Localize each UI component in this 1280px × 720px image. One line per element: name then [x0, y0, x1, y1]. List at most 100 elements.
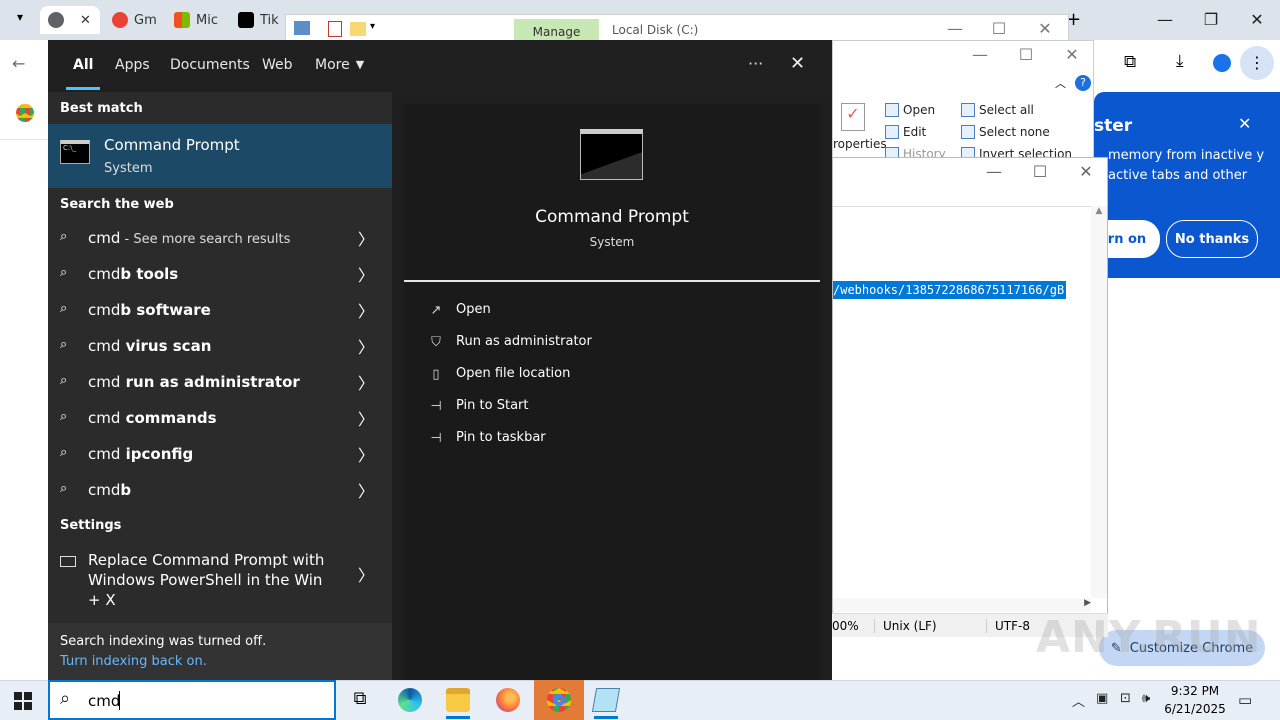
search-web-heading: Search the web — [60, 197, 174, 212]
chrome-tab-active[interactable]: ✕ — [40, 6, 100, 34]
minimize-icon[interactable]: — — [940, 19, 970, 38]
horizontal-scrollbar[interactable]: ▶ — [833, 598, 1091, 612]
best-match-item[interactable]: C:\_ Command Prompt System — [48, 124, 392, 188]
vertical-scrollbar[interactable]: ▲ — [1091, 206, 1107, 598]
command-prompt-icon: C:\_ — [60, 140, 90, 164]
edit-icon — [885, 125, 899, 139]
web-result[interactable]: ⌕ cmd run as administrator 〉 — [48, 364, 392, 400]
indexing-notice: Search indexing was turned off. Turn ind… — [48, 623, 392, 680]
close-icon[interactable]: ✕ — [1242, 10, 1272, 29]
pin-icon: ⊣ — [430, 398, 442, 414]
notepad-icon[interactable] — [591, 688, 621, 712]
open-file-location-action[interactable]: ▯ Open file location — [428, 366, 570, 382]
tab-all[interactable]: All — [73, 57, 93, 73]
notifications-icon[interactable]: ▭ — [1238, 691, 1252, 709]
properties-big-icon[interactable]: ✓ — [841, 103, 865, 131]
web-result[interactable]: ⌕ cmdb tools 〉 — [48, 256, 392, 292]
run-as-admin-action[interactable]: ⛉ Run as administrator — [428, 334, 592, 350]
encoding: UTF-8 — [986, 619, 1030, 633]
properties-button[interactable]: roperties — [833, 137, 887, 151]
extensions-icon[interactable]: ⧉ — [1124, 52, 1136, 72]
select-all-button[interactable]: Select all — [961, 103, 1034, 117]
explorer-title: Local Disk (C:) — [612, 23, 699, 37]
open-button[interactable]: Open — [885, 103, 935, 117]
more-options-icon[interactable]: ··· — [748, 54, 763, 73]
edit-button[interactable]: Edit — [885, 125, 926, 139]
clock-time[interactable]: 9:32 PM — [1162, 684, 1228, 698]
web-result[interactable]: ⌕ cmd virus scan 〉 — [48, 328, 392, 364]
maximize-icon[interactable]: ☐ — [984, 19, 1014, 38]
restore-icon[interactable]: ❐ — [1196, 10, 1226, 29]
chevron-up-icon[interactable]: ︿ — [1055, 75, 1066, 91]
chrome-logo-icon[interactable] — [16, 104, 34, 122]
explorer-window: — ☐ ✕ ︿ ? ✓ roperties Open Edit History … — [832, 40, 1094, 170]
taskbar-search[interactable]: ⌕ cmd — [48, 680, 336, 720]
preview-divider — [404, 280, 820, 282]
open-action[interactable]: ↗ Open — [428, 302, 491, 318]
tab-documents[interactable]: Documents — [170, 57, 250, 73]
select-none-button[interactable]: Select none — [961, 125, 1050, 139]
close-icon[interactable]: ✕ — [1057, 45, 1087, 64]
text-area[interactable]: /webhooks/1385722868675117166/gB — [833, 206, 1091, 598]
file-explorer-icon[interactable] — [446, 688, 470, 712]
close-icon[interactable]: ✕ — [790, 53, 805, 74]
open-icon — [885, 103, 899, 117]
network-icon[interactable]: ⊡ — [1120, 691, 1131, 706]
chevron-down-icon[interactable]: ▾ — [370, 21, 375, 32]
properties-icon[interactable] — [328, 21, 342, 37]
search-input[interactable]: cmd — [88, 692, 120, 710]
web-result[interactable]: ⌕ cmdb 〉 — [48, 472, 392, 508]
volume-icon[interactable]: 🕪 — [1142, 691, 1150, 706]
pin-to-start-action[interactable]: ⊣ Pin to Start — [428, 398, 528, 414]
close-icon[interactable]: ✕ — [1071, 162, 1101, 181]
settings-item[interactable]: Replace Command Prompt with Windows Powe… — [48, 544, 392, 609]
close-icon[interactable]: ✕ — [80, 13, 91, 28]
folder-icon[interactable] — [350, 22, 366, 36]
chrome-tab-tiktok[interactable]: Tik — [230, 6, 280, 34]
no-thanks-button[interactable]: No thanks — [1166, 220, 1258, 258]
task-view-icon[interactable]: ⧉ — [348, 688, 372, 712]
chevron-up-icon[interactable]: ︿ — [1072, 691, 1085, 710]
profile-icon[interactable] — [1213, 54, 1231, 72]
search-icon: ⌕ — [60, 409, 68, 424]
close-icon[interactable]: ✕ — [1238, 114, 1251, 133]
tab-apps[interactable]: Apps — [115, 57, 150, 73]
chrome-tab-gmail[interactable]: Gm — [104, 6, 164, 34]
windows-start-icon[interactable] — [14, 692, 32, 710]
close-icon[interactable]: ✕ — [1030, 19, 1060, 38]
pin-to-taskbar-action[interactable]: ⊣ Pin to taskbar — [428, 430, 545, 446]
search-icon: ⌕ — [60, 445, 68, 460]
tab-web[interactable]: Web — [262, 57, 293, 73]
tab-more[interactable]: More ▼ — [315, 57, 364, 73]
quick-access-icon[interactable] — [294, 21, 310, 35]
chevron-right-icon: 〉 — [358, 374, 375, 393]
chevron-down-icon: ▼ — [355, 58, 365, 71]
search-panel: All Apps Documents Web More ▼ ··· ✕ Best … — [48, 40, 832, 680]
minimize-icon[interactable]: — — [1150, 10, 1180, 29]
back-icon[interactable]: ← — [12, 54, 25, 73]
indexing-off-text: Search indexing was turned off. — [60, 634, 267, 649]
download-icon[interactable]: ⤓ — [1176, 51, 1184, 71]
turn-indexing-on-link[interactable]: Turn indexing back on. — [60, 654, 207, 669]
menu-icon[interactable]: ⋮ — [1240, 46, 1274, 80]
chrome-tab-icon — [48, 12, 64, 28]
chrome-tab-microsoft[interactable]: Mic — [166, 6, 226, 34]
minimize-icon[interactable]: — — [979, 162, 1009, 181]
preview-name: Command Prompt — [535, 207, 689, 227]
web-result[interactable]: ⌕ cmd - See more search results 〉 — [48, 220, 392, 256]
maximize-icon[interactable]: ☐ — [1011, 45, 1041, 64]
maximize-icon[interactable]: ☐ — [1025, 162, 1055, 181]
tab-list-button[interactable]: ▾ — [10, 10, 30, 30]
device-icon[interactable]: ▣ — [1096, 691, 1108, 706]
chrome-icon[interactable] — [547, 688, 571, 712]
firefox-icon[interactable] — [496, 688, 520, 712]
web-result[interactable]: ⌕ cmd ipconfig 〉 — [48, 436, 392, 472]
help-icon[interactable]: ? — [1075, 75, 1091, 91]
edge-icon[interactable] — [398, 688, 422, 712]
search-icon: ⌕ — [60, 481, 68, 496]
web-result[interactable]: ⌕ cmd commands 〉 — [48, 400, 392, 436]
clock-date[interactable]: 6/21/2025 — [1162, 702, 1228, 716]
web-result[interactable]: ⌕ cmdb software 〉 — [48, 292, 392, 328]
minimize-icon[interactable]: — — [965, 45, 995, 64]
open-icon: ↗ — [430, 302, 442, 318]
